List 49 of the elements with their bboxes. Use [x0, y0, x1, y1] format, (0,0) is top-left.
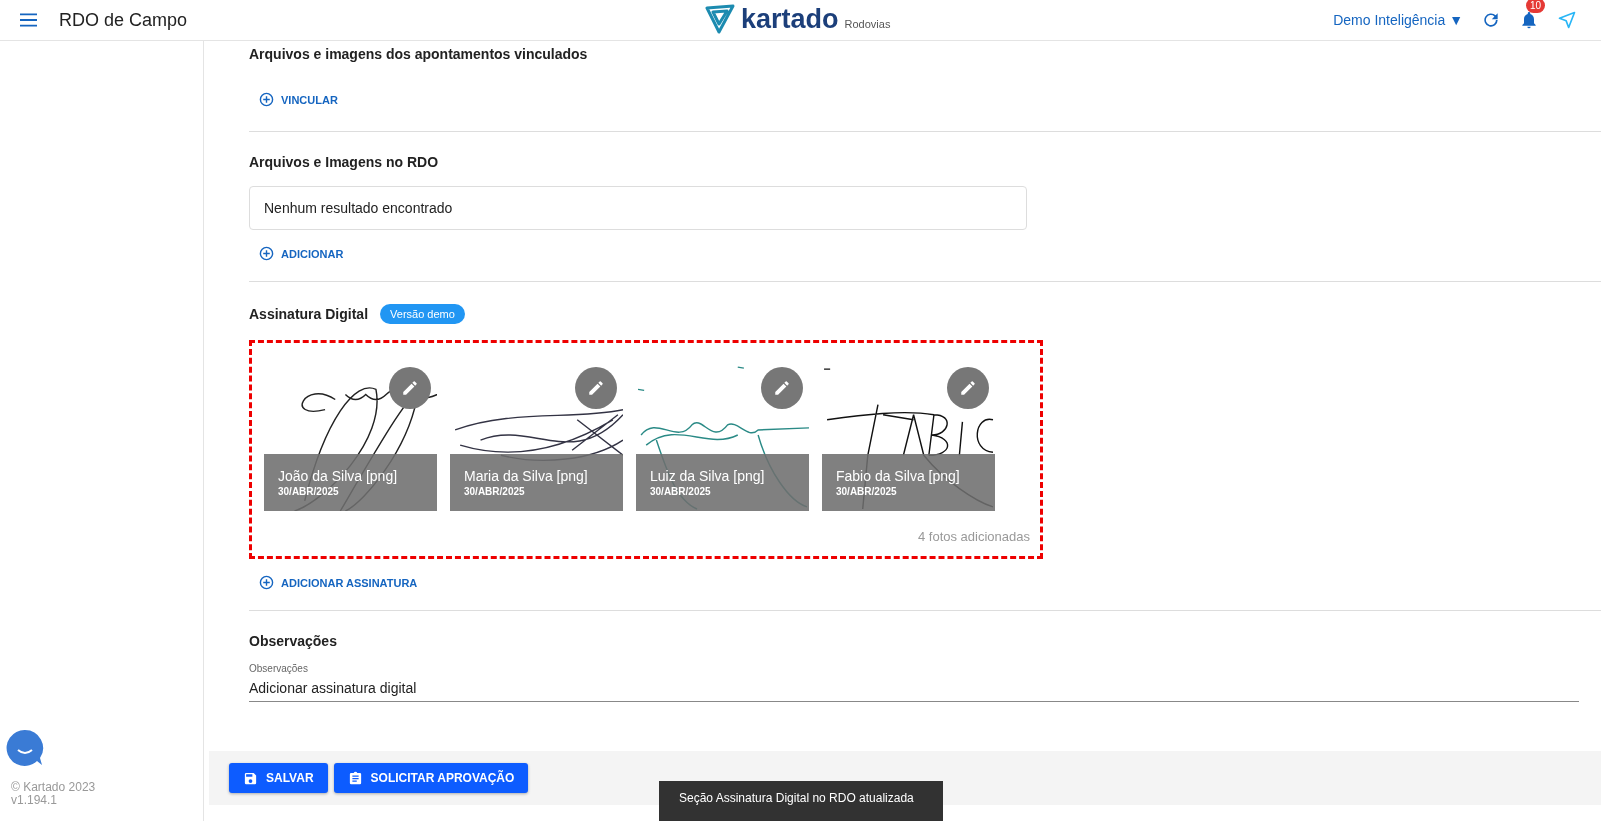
field-value: Adicionar assinatura digital — [249, 680, 418, 696]
logo-suffix: Rodovias — [844, 18, 891, 30]
file-name: Luiz da Silva [png] — [650, 468, 766, 484]
add-link[interactable]: ADICIONAR — [249, 246, 344, 261]
app-title: RDO de Campo — [59, 9, 188, 31]
section-title: Arquivos e Imagens no RDO — [249, 154, 439, 170]
account-menu[interactable]: Demo Inteligência ▼ — [1333, 12, 1463, 28]
copyright-text: © Kartado 2023 — [11, 781, 97, 794]
footer-button[interactable]: SALVAR — [229, 763, 328, 793]
pencil-icon — [401, 379, 419, 397]
logo-icon — [705, 4, 735, 34]
file-name: João da Silva [png] — [278, 468, 399, 484]
pencil-icon — [773, 379, 791, 397]
add-icon — [259, 575, 274, 590]
send-icon[interactable] — [1557, 10, 1577, 30]
add-link[interactable]: ADICIONAR ASSINATURA — [249, 575, 418, 590]
menu-icon[interactable] — [20, 13, 37, 27]
file-date: 30/ABR/2025 — [836, 486, 898, 497]
signature-card[interactable]: João da Silva [png] 30/ABR/2025 — [264, 359, 437, 511]
file-name: Fabio da Silva [png] — [836, 468, 961, 484]
snackbar: Seção Assinatura Digital no RDO atualizada — [659, 781, 943, 821]
pencil-icon — [959, 379, 977, 397]
photo-count: 4 fotos adicionadas — [917, 529, 1030, 544]
file-date: 30/ABR/2025 — [278, 486, 340, 497]
file-date: 30/ABR/2025 — [464, 486, 526, 497]
signature-card[interactable]: Luiz da Silva [png] 30/ABR/2025 — [636, 359, 809, 511]
signature-card[interactable]: Maria da Silva [png] 30/ABR/2025 — [450, 359, 623, 511]
notes-field[interactable]: Observações Adicionar assinatura digital — [249, 663, 1579, 702]
add-icon — [259, 92, 274, 107]
footer-button[interactable]: SOLICITAR APROVAÇÃO — [333, 763, 529, 793]
logo-text: kartado — [741, 4, 839, 34]
field-label: Observações — [249, 663, 309, 674]
file-date: 30/ABR/2025 — [650, 486, 712, 497]
signature-card[interactable]: Fabio da Silva [png] 30/ABR/2025 — [822, 359, 995, 511]
refresh-icon[interactable] — [1481, 10, 1501, 30]
file-name: Maria da Silva [png] — [464, 468, 589, 484]
pencil-icon — [587, 379, 605, 397]
version-text: v1.194.1 — [11, 794, 59, 807]
section-title: Observações — [249, 633, 337, 649]
clipboard-icon — [347, 770, 363, 786]
section-title: Assinatura Digital — [249, 306, 369, 322]
chat-icon[interactable] — [5, 728, 45, 768]
bell-icon[interactable] — [1519, 10, 1539, 30]
add-link[interactable]: VINCULAR — [249, 92, 338, 107]
add-icon — [259, 246, 274, 261]
notification-badge: 10 — [1526, 0, 1546, 13]
empty-results-box: Nenhum resultado encontrado — [249, 186, 1027, 230]
demo-badge: Versão demo — [380, 304, 465, 324]
section-title: Arquivos e imagens dos apontamentos vinculados — [249, 46, 588, 62]
